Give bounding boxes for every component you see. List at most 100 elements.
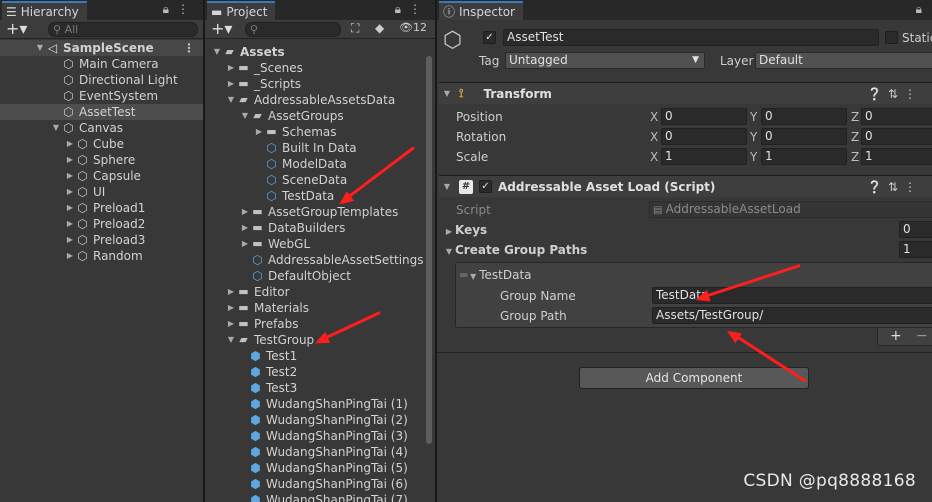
kebab-menu-icon[interactable]: ⋮ <box>177 2 197 16</box>
inspector-tab-menu[interactable]: 🔒︎ <box>916 2 930 17</box>
rotation-z-field[interactable]: 0 <box>861 128 932 145</box>
hierarchy-item-directional-light[interactable]: ⬡ Directional Light <box>62 72 177 88</box>
expand-icon[interactable]: ▶ <box>225 284 237 300</box>
scale-z-field[interactable]: 1 <box>861 148 932 165</box>
project-prefab-test3[interactable]: ⬢ Test3 <box>249 380 297 396</box>
hierarchy-item-ui[interactable]: ▶ ⬡ UI <box>64 184 105 200</box>
project-prefab-wudang-3[interactable]: ⬢ WudangShanPingTai (3) <box>249 428 408 444</box>
project-folder-testgroup[interactable]: ▼ ▰ TestGroup <box>225 332 314 348</box>
create-asset-button[interactable]: +▾ <box>211 20 232 38</box>
expand-icon[interactable]: ▶ <box>443 224 455 240</box>
help-icon[interactable]: ❔ <box>867 180 888 194</box>
hidden-packages-icon[interactable]: 👁︎12 <box>399 21 427 34</box>
scale-x-field[interactable]: 1 <box>661 148 747 165</box>
create-group-paths-foldout[interactable]: ▼ Create Group Paths <box>443 242 587 258</box>
project-prefab-wudang-1[interactable]: ⬢ WudangShanPingTai (1) <box>249 396 408 412</box>
component-menu[interactable]: ❔⇅⋮ <box>867 180 922 194</box>
project-folder-addressableassetsdata[interactable]: ▼ ▰ AddressableAssetsData <box>225 92 395 108</box>
expand-icon[interactable]: ▶ <box>64 152 76 168</box>
object-name-field[interactable]: AssetTest <box>503 29 879 46</box>
project-scrollbar[interactable] <box>426 56 432 444</box>
project-folder-prefabs[interactable]: ▶ ▬ Prefabs <box>225 316 299 332</box>
project-tab-menu[interactable]: 🔒︎⋮ <box>395 2 429 17</box>
expand-icon[interactable]: ▶ <box>225 300 237 316</box>
expand-icon[interactable]: ▶ <box>239 220 251 236</box>
position-x-field[interactable]: 0 <box>661 108 747 125</box>
static-checkbox[interactable] <box>885 31 898 44</box>
collapse-icon[interactable]: ▼ <box>34 40 46 56</box>
collapse-icon[interactable]: ▼ <box>467 269 479 285</box>
hierarchy-tab[interactable]: ☰ Hierarchy <box>2 1 87 20</box>
layer-dropdown[interactable]: Default <box>755 52 932 69</box>
hierarchy-item-sphere[interactable]: ▶ ⬡ Sphere <box>64 152 135 168</box>
project-prefab-wudang-6[interactable]: ⬢ WudangShanPingTai (6) <box>249 476 408 492</box>
hierarchy-item-preload1[interactable]: ▶ ⬡ Preload1 <box>64 200 145 216</box>
expand-icon[interactable]: ▶ <box>253 124 265 140</box>
hierarchy-item-canvas[interactable]: ▼ ⬡ Canvas <box>50 120 123 136</box>
project-folder-assetgroups[interactable]: ▼ ▰ AssetGroups <box>239 108 344 124</box>
hierarchy-item-eventsystem[interactable]: ⬡ EventSystem <box>62 88 158 104</box>
project-prefab-wudang-2[interactable]: ⬢ WudangShanPingTai (2) <box>249 412 408 428</box>
collapse-icon[interactable]: ▼ <box>441 89 453 98</box>
project-asset-modeldata[interactable]: ⬡ ModelData <box>265 156 346 172</box>
expand-icon[interactable]: ▶ <box>239 204 251 220</box>
kebab-menu-icon[interactable]: ⋮ <box>409 2 429 16</box>
expand-icon[interactable]: ▶ <box>225 76 237 92</box>
presets-icon[interactable]: ⇅ <box>888 180 904 194</box>
expand-icon[interactable]: ▶ <box>225 60 237 76</box>
collapse-icon[interactable]: ▼ <box>239 108 251 124</box>
hierarchy-item-capsule[interactable]: ▶ ⬡ Capsule <box>64 168 141 184</box>
project-folder-materials[interactable]: ▶ ▬ Materials <box>225 300 309 316</box>
tag-dropdown[interactable]: Untagged ▼ <box>505 52 705 69</box>
lock-icon[interactable]: 🔒︎ <box>163 2 177 16</box>
active-checkbox[interactable]: ✓ <box>483 31 496 44</box>
keys-foldout[interactable]: ▶ Keys <box>443 222 487 238</box>
rotation-x-field[interactable]: 0 <box>661 128 747 145</box>
list-element-testdata[interactable]: ═ ▼ TestData <box>460 267 532 283</box>
paths-size-field[interactable]: 1 <box>899 241 932 258</box>
collapse-icon[interactable]: ▼ <box>211 44 223 60</box>
hierarchy-item-main-camera[interactable]: ⬡ Main Camera <box>62 56 158 72</box>
scale-y-field[interactable]: 1 <box>761 148 847 165</box>
project-folder-assetgrouptemplates[interactable]: ▶ ▬ AssetGroupTemplates <box>239 204 398 220</box>
project-prefab-test1[interactable]: ⬢ Test1 <box>249 348 297 364</box>
hierarchy-item-preload2[interactable]: ▶ ⬡ Preload2 <box>64 216 145 232</box>
kebab-menu-icon[interactable]: ⋮ <box>904 180 922 194</box>
project-search-input[interactable]: ⚲ <box>245 22 341 37</box>
project-folder-scenes[interactable]: ▶ ▬ _Scenes <box>225 60 303 76</box>
project-tab[interactable]: ▬ Project <box>207 1 276 20</box>
transform-header[interactable]: ▼ ⟟ Transform ❔⇅⋮ <box>439 82 932 104</box>
expand-icon[interactable]: ▶ <box>64 200 76 216</box>
inspector-tab[interactable]: ⓘ Inspector <box>439 1 523 20</box>
expand-icon[interactable]: ▶ <box>64 232 76 248</box>
expand-icon[interactable]: ▶ <box>64 168 76 184</box>
project-prefab-wudang-4[interactable]: ⬢ WudangShanPingTai (4) <box>249 444 408 460</box>
hierarchy-item-random[interactable]: ▶ ⬡ Random <box>64 248 143 264</box>
presets-icon[interactable]: ⇅ <box>888 87 904 101</box>
project-asset-scenedata[interactable]: ⬡ SceneData <box>265 172 347 188</box>
collapse-icon[interactable]: ▼ <box>225 332 237 348</box>
collapse-icon[interactable]: ▼ <box>225 92 237 108</box>
expand-icon[interactable]: ▶ <box>64 136 76 152</box>
expand-icon[interactable]: ▶ <box>64 184 76 200</box>
keys-size-field[interactable]: 0 <box>899 221 932 238</box>
collapse-icon[interactable]: ▼ <box>50 120 62 136</box>
component-menu[interactable]: ❔⇅⋮ <box>867 87 922 101</box>
project-asset-defaultobject[interactable]: ⬡ DefaultObject <box>251 268 351 284</box>
project-prefab-wudang-5[interactable]: ⬢ WudangShanPingTai (5) <box>249 460 408 476</box>
hierarchy-tab-menu[interactable]: 🔒︎⋮ <box>163 2 197 17</box>
kebab-menu-icon[interactable]: ⋮ <box>904 87 922 101</box>
hierarchy-item-cube[interactable]: ▶ ⬡ Cube <box>64 136 124 152</box>
project-asset-built-in-data[interactable]: ⬡ Built In Data <box>265 140 356 156</box>
group-path-field[interactable]: Assets/TestGroup/ <box>652 307 932 324</box>
scene-menu-icon[interactable]: ⋮ <box>183 40 195 56</box>
drag-handle-icon[interactable]: ═ <box>460 268 467 282</box>
project-folder-webgl[interactable]: ▶ ▬ WebGL <box>239 236 310 252</box>
collapse-icon[interactable]: ▼ <box>441 182 453 191</box>
project-asset-addressableassetsettings[interactable]: ⬡ AddressableAssetSettings <box>251 252 423 268</box>
hierarchy-search-input[interactable]: ⚲ All <box>48 22 198 37</box>
rotation-y-field[interactable]: 0 <box>761 128 847 145</box>
project-folder-scripts[interactable]: ▶ ▬ _Scripts <box>225 76 301 92</box>
position-y-field[interactable]: 0 <box>761 108 847 125</box>
component-enabled-checkbox[interactable]: ✓ <box>479 180 492 193</box>
